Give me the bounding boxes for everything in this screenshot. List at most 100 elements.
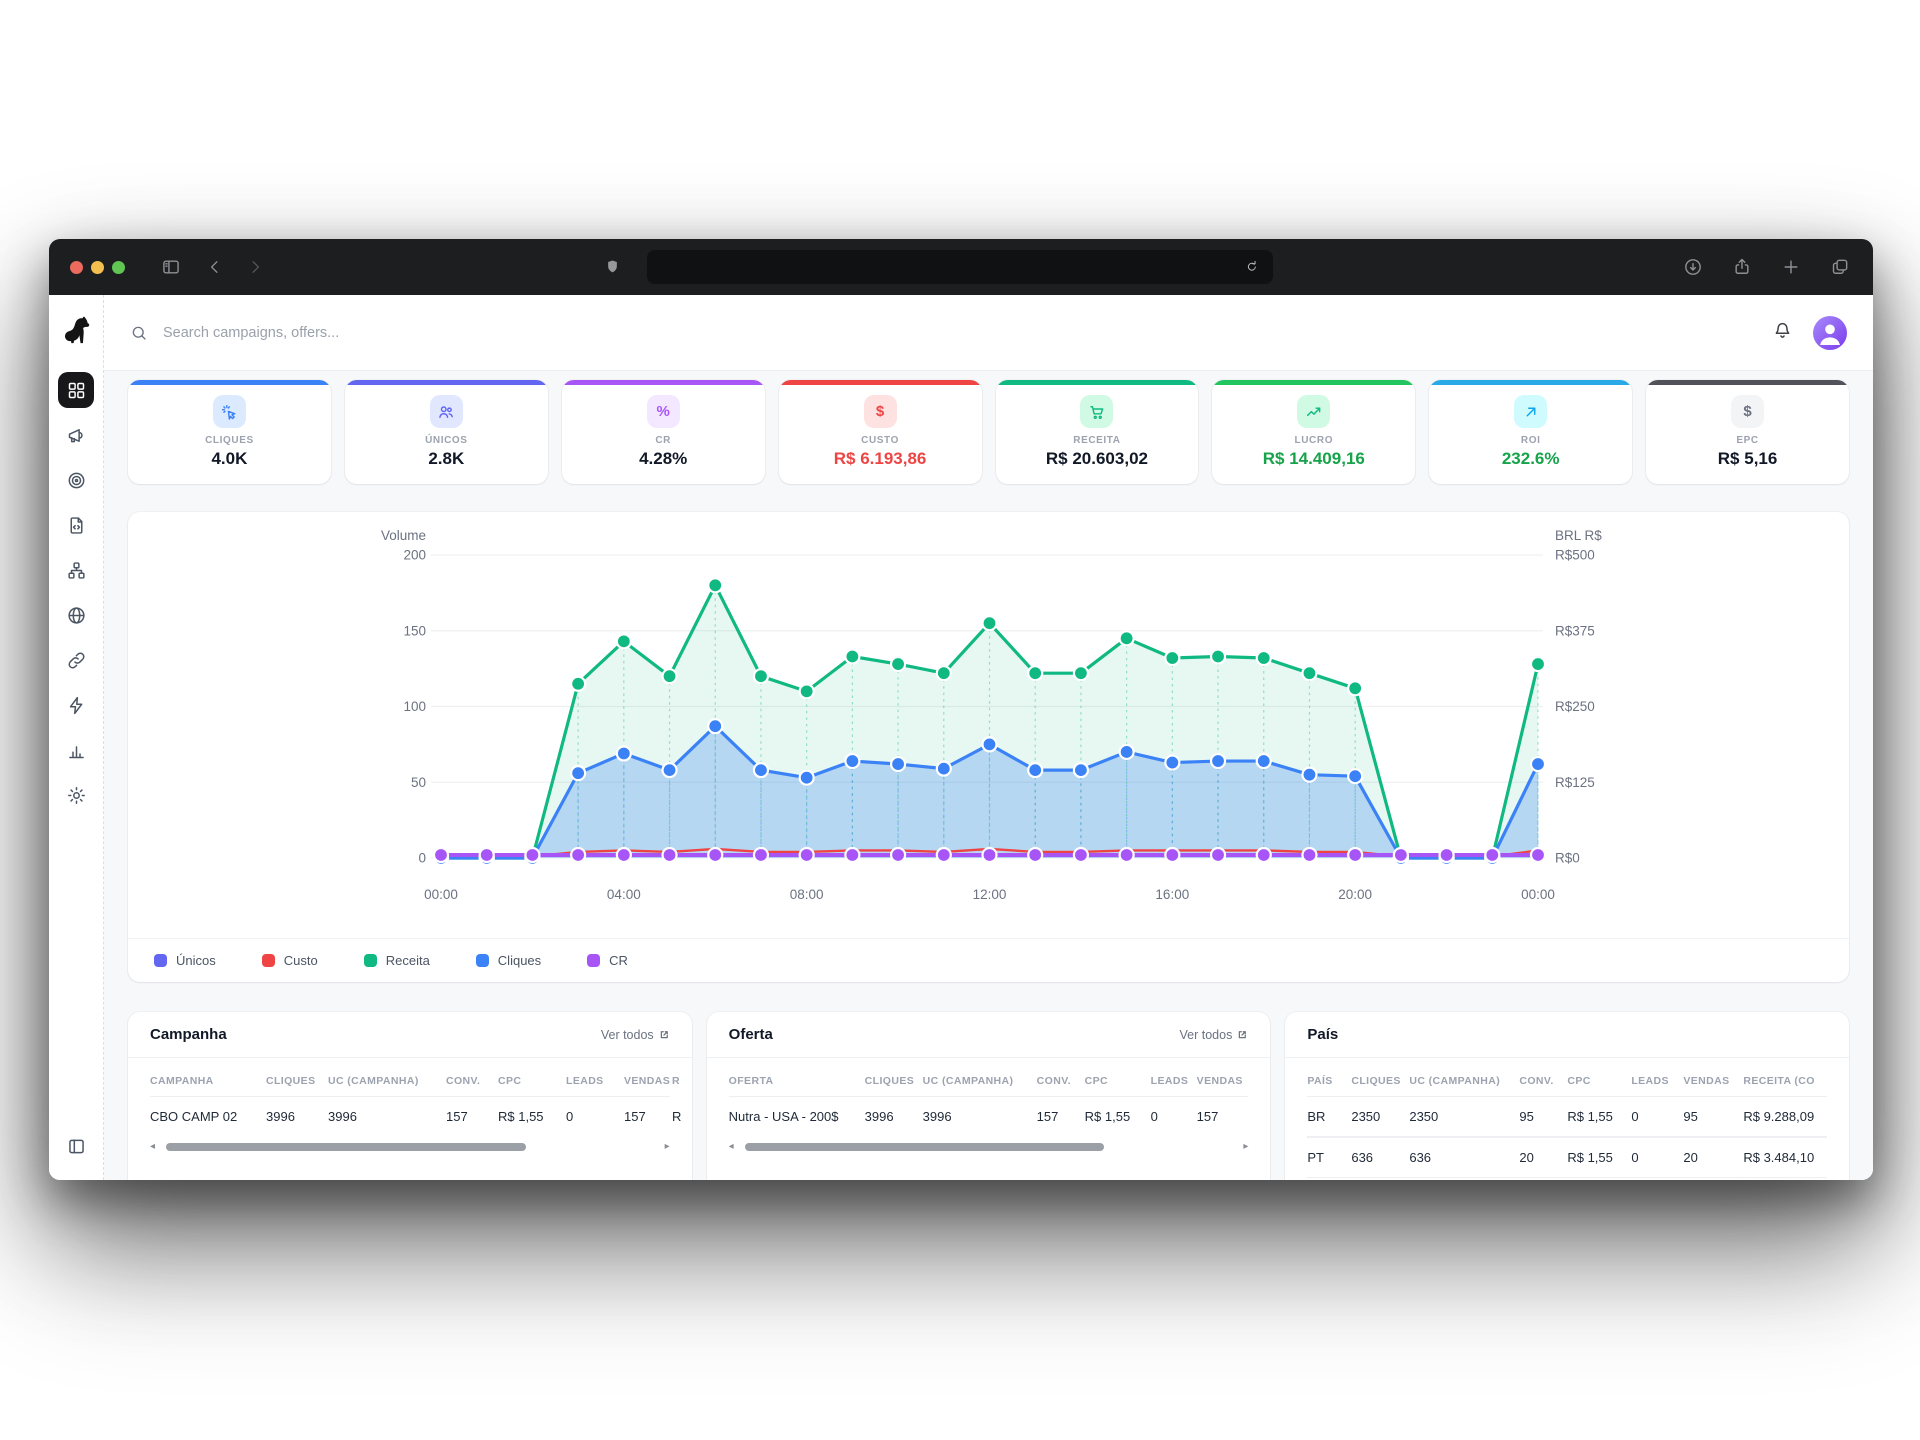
sidebar-item-campaigns[interactable] — [58, 417, 94, 453]
column-header: UC (CAMPANHA) — [1409, 1062, 1519, 1096]
table-cell: 636 — [1351, 1138, 1409, 1177]
table-cell: 3996 — [865, 1097, 923, 1136]
sidebar-item-pages[interactable] — [58, 507, 94, 543]
svg-text:08:00: 08:00 — [790, 887, 824, 902]
table-cell: PT — [1307, 1138, 1351, 1177]
close-window-button[interactable] — [70, 261, 83, 274]
cart-icon — [1080, 395, 1113, 428]
scroll-right-icon[interactable]: ▸ — [665, 1142, 670, 1152]
table-card-campanha: CampanhaVer todosCAMPANHACLIQUESUC (CAMP… — [128, 1012, 692, 1180]
legend-item-custo[interactable]: Custo — [262, 953, 318, 968]
kpi-value: R$ 20.603,02 — [996, 449, 1199, 469]
summary-tables-row: CampanhaVer todosCAMPANHACLIQUESUC (CAMP… — [128, 1012, 1849, 1180]
table-cell: 95 — [1519, 1097, 1567, 1136]
sitemap-icon — [66, 560, 87, 581]
zoom-window-button[interactable] — [112, 261, 125, 274]
notifications-bell-icon[interactable] — [1772, 320, 1793, 346]
shield-icon[interactable] — [601, 256, 623, 278]
sidebar-item-domains[interactable] — [58, 597, 94, 633]
ver-todos-link[interactable]: Ver todos — [1180, 1028, 1249, 1042]
kpi-row: CLIQUES4.0KÚNICOS2.8K%CR4.28%$CUSTOR$ 6.… — [128, 380, 1849, 484]
gear-icon — [66, 785, 87, 806]
table-title: Oferta — [729, 1026, 773, 1043]
svg-text:R$250: R$250 — [1555, 699, 1595, 714]
column-header: CPC — [1567, 1062, 1631, 1096]
table-cell: 0 — [1631, 1138, 1683, 1177]
new-tab-icon[interactable] — [1780, 256, 1802, 278]
column-header: LEADS — [1151, 1062, 1197, 1096]
trend-up-icon — [1297, 395, 1330, 428]
globe-icon — [66, 605, 87, 626]
table-row: CBO CAMP 0239963996157R$ 1,550157R — [150, 1096, 670, 1136]
sidebar-item-links[interactable] — [58, 642, 94, 678]
table-title: País — [1307, 1026, 1338, 1043]
table-cell: R — [672, 1097, 692, 1136]
scroll-right-icon[interactable]: ▸ — [1243, 1142, 1248, 1152]
kpi-card-cr: %CR4.28% — [562, 380, 765, 484]
column-header: VENDAS — [624, 1062, 672, 1096]
scroll-left-icon[interactable]: ◂ — [150, 1142, 155, 1152]
column-header: OFERTA — [729, 1062, 865, 1096]
sidebar-item-reports[interactable] — [58, 732, 94, 768]
scrollbar-thumb[interactable] — [166, 1143, 526, 1151]
dog-logo-icon[interactable] — [59, 312, 93, 346]
sidebar-item-offers[interactable] — [58, 462, 94, 498]
horizontal-scrollbar[interactable]: ◂▸ — [150, 1139, 670, 1155]
zap-icon — [66, 695, 87, 716]
legend-item-cliques[interactable]: Cliques — [476, 953, 541, 968]
percent-icon: % — [647, 395, 680, 428]
legend-label: Únicos — [176, 953, 216, 968]
table-header-row: OFERTACLIQUESUC (CAMPANHA)CONV.CPCLEADSV… — [729, 1062, 1249, 1096]
address-bar[interactable] — [647, 250, 1273, 284]
minimize-window-button[interactable] — [91, 261, 104, 274]
forward-icon[interactable] — [244, 256, 266, 278]
table-cell: 2350 — [1351, 1097, 1409, 1136]
svg-text:BRL R$: BRL R$ — [1555, 528, 1602, 543]
legend-item-receita[interactable]: Receita — [364, 953, 430, 968]
kpi-accent-bar — [562, 380, 765, 385]
browser-sidebar-toggle-icon[interactable] — [160, 256, 182, 278]
kpi-value: 2.8K — [345, 449, 548, 469]
scroll-left-icon[interactable]: ◂ — [729, 1142, 734, 1152]
table-cell: 2350 — [1409, 1097, 1519, 1136]
scrollbar-track[interactable] — [160, 1143, 660, 1151]
table-cell: 3996 — [266, 1097, 328, 1136]
back-icon[interactable] — [204, 256, 226, 278]
column-header: VENDAS — [1197, 1062, 1249, 1096]
volume-chart-card: 200R$500150R$375100R$25050R$1250R$0Volum… — [128, 512, 1849, 982]
legend-item-cr[interactable]: CR — [587, 953, 628, 968]
table-cell: 3996 — [923, 1097, 1037, 1136]
kpi-value: R$ 5,16 — [1646, 449, 1849, 469]
downloads-icon[interactable] — [1682, 256, 1704, 278]
kpi-card-cliques: CLIQUES4.0K — [128, 380, 331, 484]
ver-todos-link[interactable]: Ver todos — [601, 1028, 670, 1042]
search-input[interactable] — [161, 324, 581, 342]
kpi-accent-bar — [128, 380, 331, 385]
sidebar-item-automations[interactable] — [58, 687, 94, 723]
browser-window: CLIQUES4.0KÚNICOS2.8K%CR4.28%$CUSTOR$ 6.… — [49, 239, 1873, 1180]
table-cell: 157 — [624, 1097, 672, 1136]
tab-overview-icon[interactable] — [1829, 256, 1851, 278]
table-cell: 0 — [1151, 1097, 1197, 1136]
search-icon — [130, 324, 148, 342]
table-card-oferta: Oferta Ver todos OFERTACLIQUESUC (CAMPANHA… — [707, 1012, 1271, 1180]
global-search[interactable] — [130, 324, 1772, 342]
reload-icon[interactable] — [1241, 256, 1263, 278]
share-icon[interactable] — [1731, 256, 1753, 278]
sidebar-item-settings[interactable] — [58, 777, 94, 813]
table-cell: Nutra - USA - 200$ — [729, 1097, 865, 1136]
arrow-up-right-icon — [1514, 395, 1547, 428]
horizontal-scrollbar[interactable]: ◂▸ — [729, 1139, 1249, 1155]
sidebar-item-dashboard[interactable] — [58, 372, 94, 408]
sidebar-collapse-icon[interactable] — [58, 1128, 94, 1164]
scrollbar-track[interactable] — [739, 1143, 1239, 1151]
sidebar-item-flows[interactable] — [58, 552, 94, 588]
scrollbar-thumb[interactable] — [745, 1143, 1105, 1151]
legend-item-nicos[interactable]: Únicos — [154, 953, 216, 968]
table-row: BR2350235095R$ 1,55095R$ 9.288,09 — [1307, 1096, 1827, 1137]
kpi-card-receita: RECEITA R$ 20.603,02 — [996, 380, 1199, 484]
user-avatar[interactable] — [1813, 316, 1847, 350]
legend-swatch — [364, 954, 377, 967]
kpi-label: RECEITA — [996, 435, 1199, 446]
kpi-card-lucro: LUCROR$ 14.409,16 — [1212, 380, 1415, 484]
